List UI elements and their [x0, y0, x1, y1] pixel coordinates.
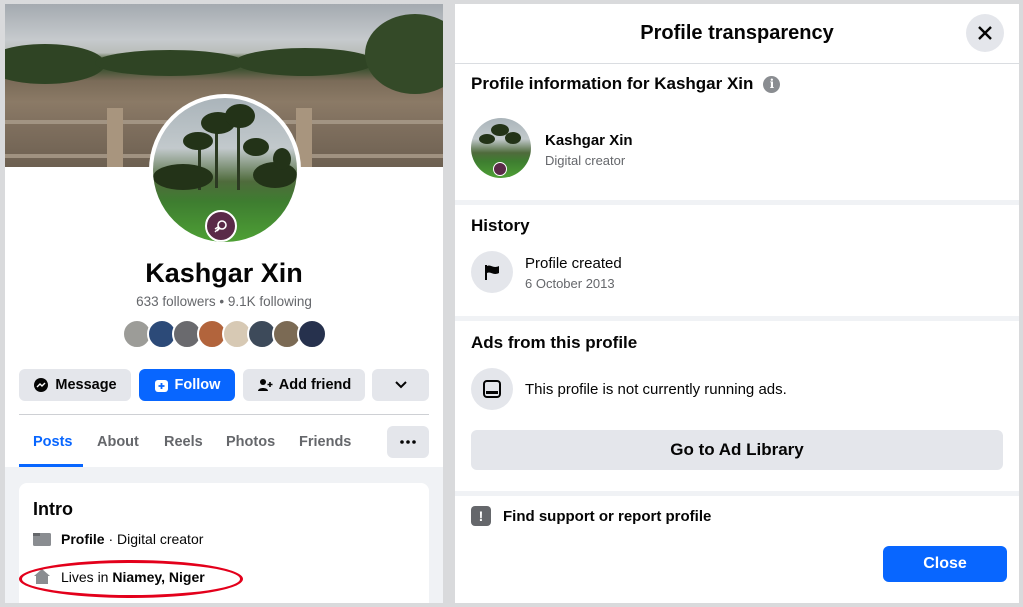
- messenger-icon: [34, 378, 49, 392]
- close-icon: [978, 26, 992, 40]
- creator-badge-icon: [205, 210, 237, 242]
- report-label: Find support or report profile: [503, 507, 712, 525]
- followers-count[interactable]: 633 followers: [136, 294, 216, 309]
- profile-name: Kashgar Xin: [145, 258, 303, 288]
- report-link[interactable]: ! Find support or report profile: [471, 506, 711, 526]
- history-event: Profile created: [525, 255, 622, 272]
- active-tab-indicator: [19, 464, 83, 467]
- follow-stats: 633 followers • 9.1K following: [5, 294, 443, 309]
- dialog-header: Profile transparency: [455, 4, 1019, 64]
- stats-separator: •: [219, 294, 225, 309]
- section-separator: [455, 316, 1019, 321]
- profile-page: Kashgar Xin 633 followers • 9.1K followi…: [5, 4, 443, 603]
- divider: [19, 414, 429, 415]
- intro-title: Intro: [33, 499, 73, 519]
- close-button[interactable]: Close: [883, 546, 1007, 582]
- add-friend-button[interactable]: Add friend: [243, 369, 365, 401]
- tab-posts[interactable]: Posts: [33, 434, 73, 450]
- follower-avatars[interactable]: [122, 319, 327, 349]
- tab-about[interactable]: About: [97, 434, 139, 450]
- follow-icon: [154, 379, 168, 392]
- info-icon[interactable]: i: [763, 75, 781, 93]
- creator-badge-icon: [493, 162, 507, 176]
- add-friend-label: Add friend: [278, 377, 352, 393]
- chevron-down-icon: [394, 381, 407, 389]
- profile-dropdown-button[interactable]: [372, 369, 429, 401]
- history-icon-wrap: [471, 251, 513, 293]
- cover-tree: [95, 50, 245, 76]
- tab-friends[interactable]: Friends: [299, 434, 351, 450]
- cover-tree: [365, 14, 443, 94]
- history-date: 6 October 2013: [525, 276, 615, 291]
- section-separator: [455, 491, 1019, 496]
- dialog-profile-name: Kashgar Xin: [545, 132, 633, 149]
- dialog-avatar: [471, 118, 531, 178]
- profile-label: Profile: [61, 531, 105, 547]
- ad-icon: [483, 380, 501, 398]
- follow-label: Follow: [174, 377, 221, 393]
- add-friend-icon: [257, 379, 273, 391]
- message-label: Message: [55, 377, 117, 393]
- intro-profile-row: Profile · Digital creator: [33, 531, 203, 547]
- profile-category: Digital creator: [117, 531, 204, 547]
- cover-tree: [235, 48, 375, 76]
- profile-icon: [33, 533, 51, 546]
- ads-icon-wrap: [471, 368, 513, 410]
- follow-button[interactable]: Follow: [139, 369, 235, 401]
- following-count[interactable]: 9.1K following: [228, 294, 312, 309]
- cover-post: [107, 108, 123, 167]
- avatar-image: [153, 98, 297, 242]
- tab-photos[interactable]: Photos: [226, 434, 275, 450]
- report-icon: !: [471, 506, 491, 526]
- profile-separator: ·: [104, 531, 118, 547]
- go-to-ad-library-button[interactable]: Go to Ad Library: [471, 430, 1003, 470]
- message-button[interactable]: Message: [19, 369, 131, 401]
- ads-heading: Ads from this profile: [471, 333, 638, 352]
- history-heading: History: [471, 216, 530, 235]
- more-tabs-button[interactable]: [387, 426, 429, 458]
- follower-avatar[interactable]: [297, 319, 327, 349]
- tab-reels[interactable]: Reels: [164, 434, 203, 450]
- info-heading-text: Profile information for Kashgar Xin: [471, 74, 754, 93]
- info-heading: Profile information for Kashgar Xin i: [471, 74, 781, 94]
- dialog-close-button[interactable]: [966, 14, 1004, 52]
- transparency-dialog: Profile transparency Profile information…: [455, 4, 1019, 603]
- profile-tabs: Posts About Reels Photos Friends: [19, 424, 429, 468]
- dialog-profile-category: Digital creator: [545, 153, 626, 168]
- more-icon: [400, 440, 416, 444]
- flag-icon: [485, 265, 499, 280]
- section-separator: [455, 200, 1019, 205]
- dialog-title: Profile transparency: [640, 22, 834, 44]
- cover-tree: [5, 44, 105, 84]
- highlight-annotation: [19, 560, 243, 598]
- ads-status: This profile is not currently running ad…: [525, 381, 787, 398]
- profile-avatar[interactable]: [149, 94, 301, 246]
